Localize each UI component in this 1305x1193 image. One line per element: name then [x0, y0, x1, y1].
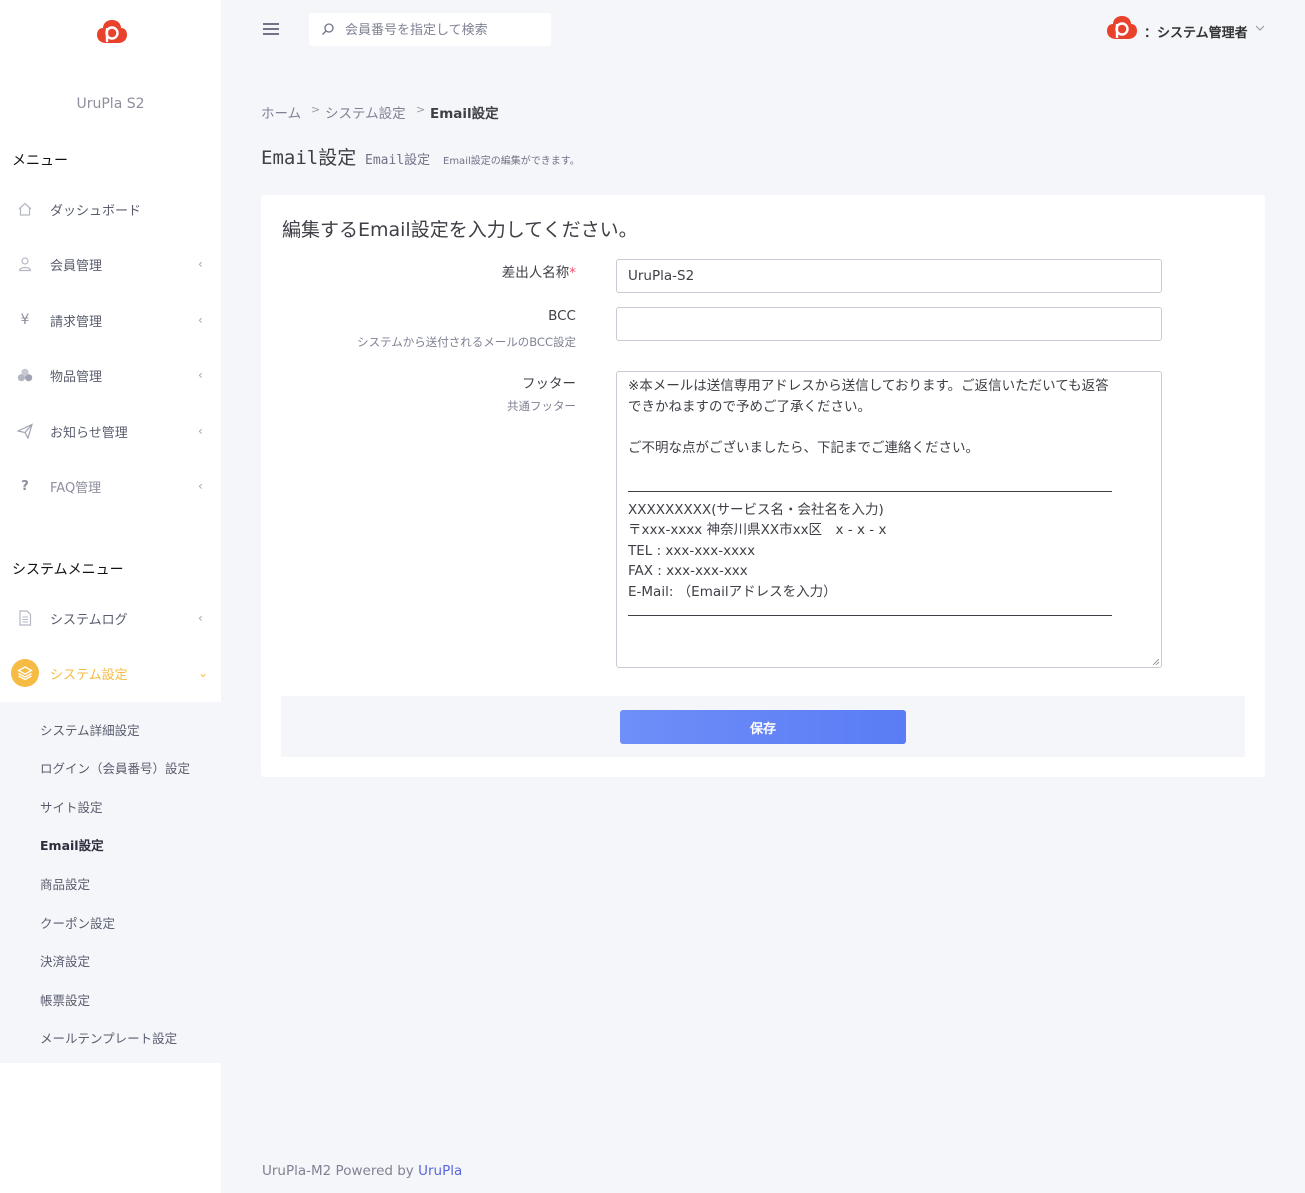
- sidebar-item-dashboard[interactable]: ダッシュボード: [0, 189, 221, 229]
- submenu-item[interactable]: クーポン設定: [40, 913, 115, 932]
- footer-text-line: E-Mail: （Emailアドレスを入力）: [628, 583, 837, 600]
- submenu-item[interactable]: システム詳細設定: [40, 720, 140, 739]
- breadcrumb-current: Email設定: [430, 106, 499, 122]
- footer-help: 共通フッター: [507, 399, 576, 413]
- required-mark: *: [569, 265, 576, 281]
- breadcrumb-home[interactable]: ホーム: [261, 102, 301, 122]
- document-icon: [16, 609, 34, 627]
- submenu-item[interactable]: 帳票設定: [40, 990, 90, 1009]
- sidebar-item-faq[interactable]: ? FAQ管理 ‹: [0, 466, 221, 506]
- breadcrumb-separator: >: [311, 103, 321, 116]
- menu-toggle-icon[interactable]: [263, 23, 279, 35]
- layers-icon: [11, 659, 39, 687]
- footer-link[interactable]: UruPla: [418, 1163, 462, 1179]
- resize-handle-icon[interactable]: [1153, 659, 1159, 665]
- chevron-left-icon: ‹: [198, 611, 203, 625]
- sidebar-item-news[interactable]: お知らせ管理 ‹: [0, 411, 221, 451]
- bcc-label: BCC: [548, 308, 576, 324]
- footer-textarea[interactable]: ※本メールは送信専用アドレスから送信しております。ご返信いただいても返答 できか…: [616, 371, 1162, 668]
- footer-text-line: できかねますので予めご了承ください。: [628, 398, 871, 415]
- system-section-title: システムメニュー: [12, 562, 124, 578]
- footer-text-line: ※本メールは送信専用アドレスから送信しております。ご返信いただいても返答: [628, 378, 1109, 394]
- footer-text-line: [628, 458, 1150, 479]
- yen-icon: ¥: [20, 312, 30, 328]
- sidebar-brand: UruPla S2: [76, 96, 145, 112]
- footer-divider: [628, 479, 1150, 500]
- email-settings-card: 編集するEmail設定を入力してください。 差出人名称* BCC システムから送…: [261, 195, 1265, 777]
- sidebar-item-label: 物品管理: [50, 369, 103, 385]
- search-input[interactable]: [345, 20, 545, 40]
- footer-text-line: XXXXXXXXX(サービス名・会社名を入力): [628, 501, 884, 518]
- sidebar-item-system-settings[interactable]: システム設定 ⌄: [0, 653, 221, 693]
- page-footer: UruPla-M2 Powered by UruPla: [262, 1163, 462, 1179]
- sidebar-item-label: 会員管理: [50, 258, 103, 274]
- submenu-item[interactable]: 商品設定: [40, 874, 90, 893]
- form-heading: 編集するEmail設定を入力してください。: [282, 219, 638, 241]
- bcc-help: システムから送付されるメールのBCC設定: [357, 335, 576, 349]
- sidebar-item-label: FAQ管理: [50, 480, 102, 496]
- sidebar-item-label: 請求管理: [50, 314, 103, 330]
- breadcrumb-separator: >: [416, 103, 426, 116]
- submenu-item[interactable]: 決済設定: [40, 951, 90, 970]
- logo-icon[interactable]: [96, 18, 128, 46]
- submenu-item[interactable]: メールテンプレート設定: [40, 1028, 177, 1047]
- user-icon: [16, 255, 34, 273]
- footer-label: フッター: [522, 376, 576, 392]
- submenu-item-current[interactable]: Email設定: [40, 835, 104, 854]
- footer-divider: [628, 603, 1150, 624]
- sidebar-item-label: お知らせ管理: [50, 425, 128, 441]
- question-icon: ?: [21, 478, 29, 494]
- home-icon: [16, 200, 34, 218]
- submenu-item[interactable]: ログイン（会員番号）設定: [40, 758, 190, 777]
- save-button[interactable]: 保存: [620, 710, 906, 744]
- page-subtitle: Email設定: [365, 153, 431, 168]
- boxes-icon: [16, 366, 34, 384]
- bcc-input[interactable]: [616, 307, 1162, 341]
- sender-name-label: 差出人名称*: [501, 265, 576, 281]
- chevron-left-icon: ‹: [198, 368, 203, 382]
- footer-text-line: [628, 417, 1150, 438]
- sidebar-item-label: ダッシュボード: [50, 203, 142, 219]
- user-name[interactable]: ：システム管理者: [1144, 22, 1248, 41]
- footer-text: UruPla-M2 Powered by: [262, 1163, 419, 1179]
- chevron-left-icon: ‹: [198, 479, 203, 493]
- menu-section-title: メニュー: [12, 153, 68, 169]
- system-settings-submenu: システム詳細設定 ログイン（会員番号）設定 サイト設定 Email設定 商品設定…: [0, 702, 221, 1063]
- footer-text-line: FAX : xxx-xxx-xxx: [628, 563, 748, 580]
- footer-text-line: TEL : xxx-xxx-xxxx: [628, 542, 756, 559]
- sidebar-item-billing[interactable]: ¥ 請求管理 ‹: [0, 300, 221, 340]
- chevron-down-icon[interactable]: [1254, 22, 1266, 34]
- sidebar-item-goods[interactable]: 物品管理 ‹: [0, 355, 221, 395]
- user-avatar-icon[interactable]: [1106, 14, 1138, 42]
- sender-name-input[interactable]: [616, 259, 1162, 293]
- chevron-left-icon: ‹: [198, 424, 203, 438]
- submenu-item[interactable]: サイト設定: [40, 797, 103, 816]
- form-actions: 保存: [281, 696, 1245, 757]
- member-search: [309, 13, 551, 46]
- sidebar: UruPla S2 メニュー ダッシュボード 会員管理 ‹ ¥ 請求管理 ‹ 物…: [0, 0, 221, 1193]
- sidebar-item-label: システム設定: [50, 667, 128, 683]
- chevron-left-icon: ‹: [198, 313, 203, 327]
- footer-text-line: ご不明な点がございましたら、下記までご連絡ください。: [628, 439, 979, 456]
- page-title: Email設定: [261, 147, 357, 169]
- sidebar-item-label: システムログ: [50, 612, 128, 628]
- footer-text-line: 〒xxx-xxxx 神奈川県XX市xx区 x - x - x: [628, 522, 887, 539]
- breadcrumb-system-settings[interactable]: システム設定: [325, 102, 406, 122]
- page-description: Email設定の編集ができます。: [443, 156, 580, 167]
- sidebar-item-system-log[interactable]: システムログ ‹: [0, 598, 221, 638]
- sidebar-item-members[interactable]: 会員管理 ‹: [0, 244, 221, 284]
- chevron-down-icon: ⌄: [198, 666, 209, 680]
- paper-plane-icon: [16, 422, 34, 440]
- search-icon: [322, 23, 334, 35]
- chevron-left-icon: ‹: [198, 257, 203, 271]
